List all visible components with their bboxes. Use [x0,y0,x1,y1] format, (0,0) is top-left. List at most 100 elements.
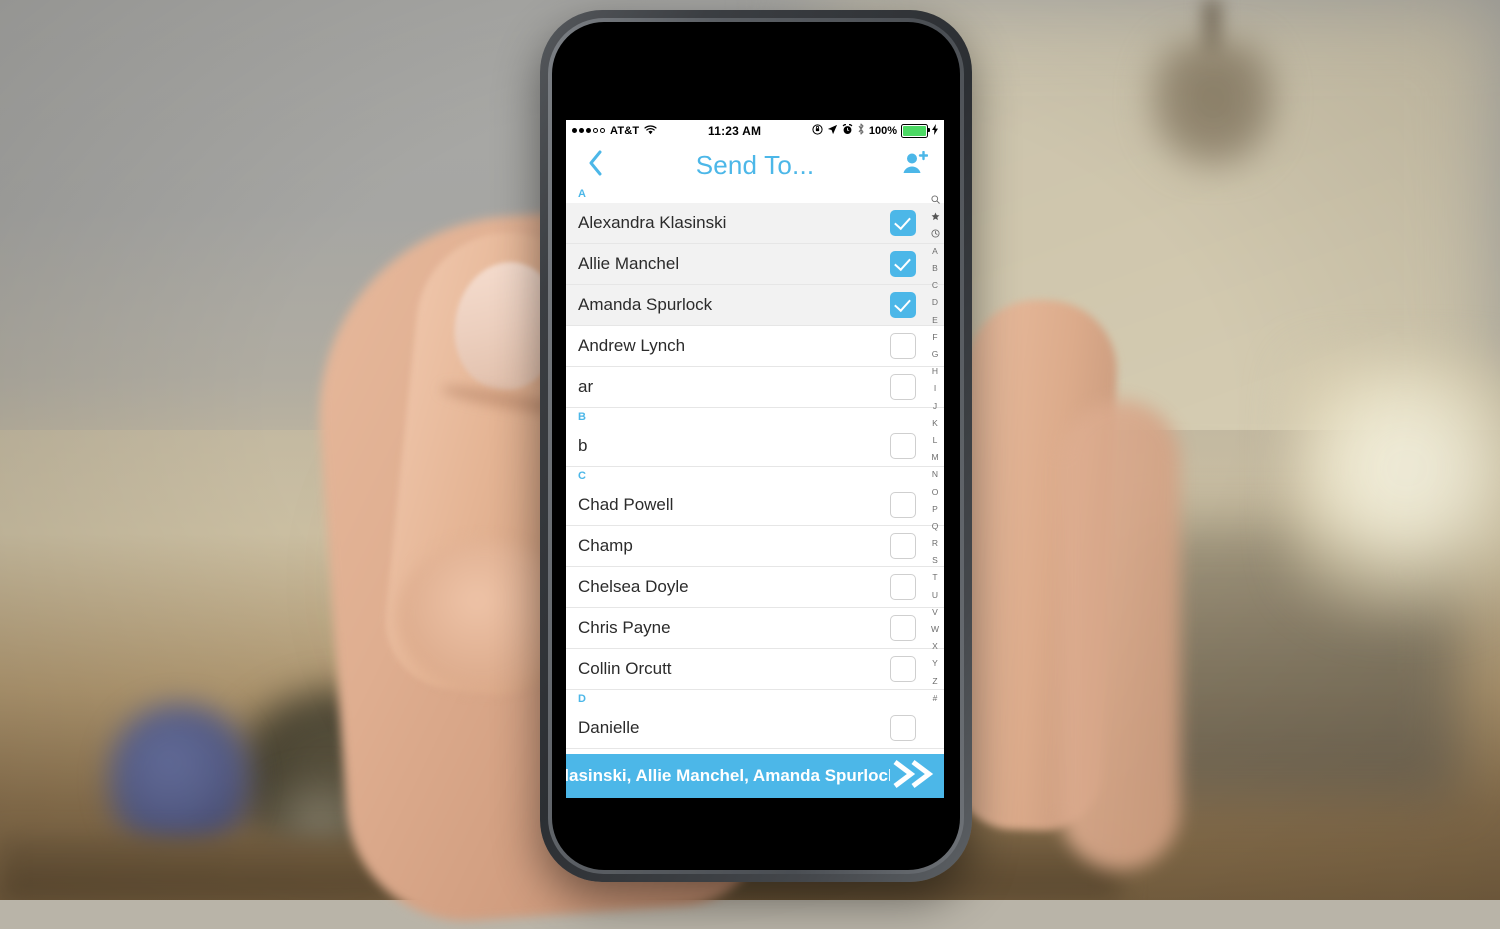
contact-row[interactable]: Andrew Lynch [566,326,944,367]
alarm-clock-icon [842,123,853,138]
index-letter-d[interactable]: D [926,294,944,311]
back-button[interactable] [578,148,612,182]
index-letter-p[interactable]: P [926,500,944,517]
status-bar: AT&T 11:23 AM 100% [566,120,944,141]
contact-row[interactable]: Chad Powell [566,485,944,526]
lightning-bolt-icon [932,123,938,138]
index-letter-f[interactable]: F [926,329,944,346]
contact-name: Amanda Spurlock [578,295,713,314]
index-letter-x[interactable]: X [926,638,944,655]
contact-checkbox[interactable] [890,533,916,559]
section-header-c: C [566,467,944,485]
contact-row[interactable]: Collin Orcutt [566,649,944,690]
index-letter-w[interactable]: W [926,621,944,638]
contact-row[interactable]: Alexandra Klasinski [566,203,944,244]
index-letter-g[interactable]: G [926,346,944,363]
contact-name: Chelsea Doyle [578,577,689,596]
contact-name: b [578,436,588,455]
add-person-icon [902,150,929,180]
hand-finger-right-second [1060,400,1180,870]
contact-checkbox-checked[interactable] [890,210,916,236]
section-header-b: B [566,408,944,426]
smartphone-device: AT&T 11:23 AM 100% Send To... A Alexandr… [540,10,972,882]
contact-checkbox[interactable] [890,715,916,741]
contact-name: Andrew Lynch [578,336,686,355]
battery-icon [901,123,930,138]
index-letter-hash[interactable]: # [926,689,944,706]
signal-strength-dots [572,128,605,133]
contact-checkbox[interactable] [890,615,916,641]
contact-row[interactable]: Champ [566,526,944,567]
index-letter-i[interactable]: I [926,380,944,397]
index-letter-k[interactable]: K [926,414,944,431]
carrier-label: AT&T [610,124,640,137]
contact-checkbox-checked[interactable] [890,251,916,277]
index-letter-r[interactable]: R [926,535,944,552]
index-letter-b[interactable]: B [926,260,944,277]
contact-row[interactable]: b [566,426,944,467]
contact-name: Chad Powell [578,495,674,514]
contact-checkbox[interactable] [890,574,916,600]
contact-name: Alexandra Klasinski [578,213,727,232]
index-letter-v[interactable]: V [926,604,944,621]
index-star-icon[interactable] [926,208,944,225]
wifi-icon [644,124,657,138]
index-letter-t[interactable]: T [926,569,944,586]
send-to-bar[interactable]: Klasinski, Allie Manchel, Amanda Spurloc… [566,754,944,798]
location-arrow-icon [827,124,838,138]
index-letter-q[interactable]: Q [926,518,944,535]
section-header-d: D [566,690,944,708]
contact-name: Allie Manchel [578,254,680,273]
index-letter-s[interactable]: S [926,552,944,569]
index-letter-u[interactable]: U [926,586,944,603]
double-chevron-right-icon [891,758,937,795]
index-clock-icon[interactable] [926,225,944,242]
status-bar-right: 100% [812,123,938,138]
send-button[interactable] [890,758,938,795]
contact-row[interactable]: Chris Payne [566,608,944,649]
phone-screen-glass: AT&T 11:23 AM 100% Send To... A Alexandr… [552,22,960,870]
contact-checkbox[interactable] [890,374,916,400]
page-title: Send To... [695,149,815,180]
status-bar-clock: 11:23 AM [707,123,762,138]
add-contact-button[interactable] [898,148,932,182]
index-letter-n[interactable]: N [926,466,944,483]
index-letter-h[interactable]: H [926,363,944,380]
contacts-list[interactable]: A Alexandra Klasinski Allie Manchel Amanda … [566,185,944,798]
contact-checkbox-checked[interactable] [890,292,916,318]
index-letter-z[interactable]: Z [926,672,944,689]
battery-percent-label: 100% [868,124,897,137]
contact-name: Collin Orcutt [578,659,672,678]
contact-row[interactable]: Chelsea Doyle [566,567,944,608]
contact-checkbox[interactable] [890,433,916,459]
app-screen: AT&T 11:23 AM 100% Send To... A Alexandr… [566,120,944,798]
contact-row[interactable]: ar [566,367,944,408]
index-letter-o[interactable]: O [926,483,944,500]
contact-row[interactable]: Amanda Spurlock [566,285,944,326]
chevron-left-icon [588,150,603,181]
contact-name: ar [578,377,594,396]
index-letter-j[interactable]: J [926,397,944,414]
status-bar-left: AT&T [572,124,657,138]
contact-row[interactable]: Danielle [566,708,944,749]
contacts-list-container: A Alexandra Klasinski Allie Manchel Amanda … [566,185,944,798]
selected-recipients-label: Klasinski, Allie Manchel, Amanda Spurloc… [566,766,890,785]
bluetooth-icon [857,123,865,138]
contact-name: Danielle [578,718,640,737]
alphabet-index-bar[interactable]: A B C D E F G H I J K L M N O P Q R S T U V W X Y Z # [926,189,944,798]
navigation-bar: Send To... [566,141,944,189]
index-search-icon[interactable] [926,191,944,208]
index-letter-a[interactable]: A [926,243,944,260]
index-letter-y[interactable]: Y [926,655,944,672]
contact-name: Champ [578,536,633,555]
contact-checkbox[interactable] [890,333,916,359]
index-letter-m[interactable]: M [926,449,944,466]
contact-checkbox[interactable] [890,492,916,518]
rotation-lock-icon [812,123,823,138]
contact-checkbox[interactable] [890,656,916,682]
index-letter-e[interactable]: E [926,311,944,328]
index-letter-c[interactable]: C [926,277,944,294]
index-letter-l[interactable]: L [926,432,944,449]
section-header-a: A [566,185,944,203]
contact-row[interactable]: Allie Manchel [566,244,944,285]
